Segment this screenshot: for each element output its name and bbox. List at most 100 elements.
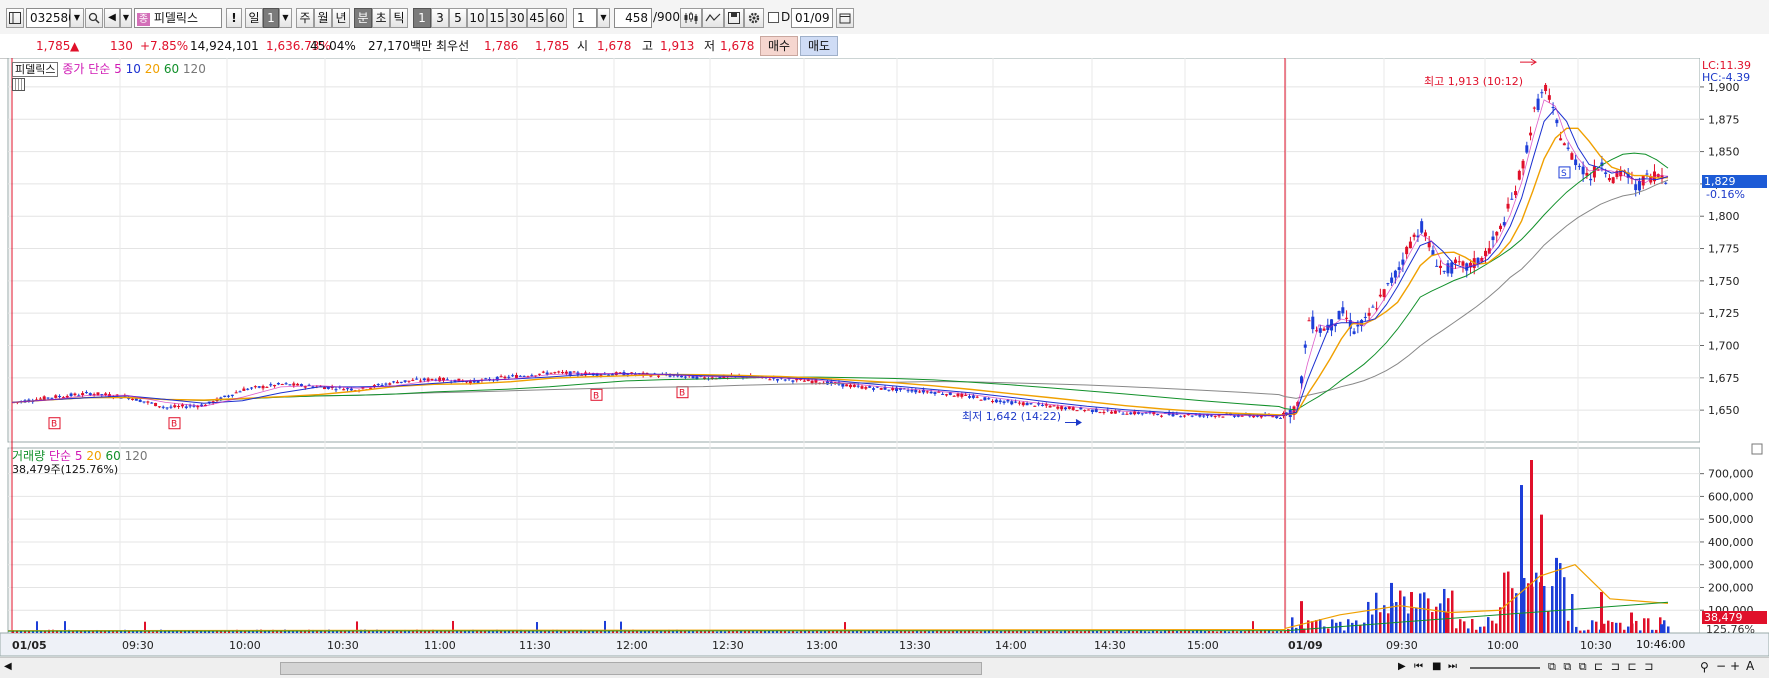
period-month-button[interactable]: 월 (314, 8, 332, 28)
candle-body (1337, 310, 1341, 320)
volume-bar (1060, 631, 1062, 633)
gear-icon[interactable] (744, 8, 764, 28)
search-icon[interactable] (85, 8, 103, 28)
candle-body (1461, 261, 1465, 266)
save-icon[interactable] (724, 8, 744, 28)
interval-input[interactable]: 1 (573, 8, 597, 28)
zoom-in-icon[interactable]: + (1730, 659, 1740, 673)
candle-body (856, 385, 860, 387)
interval-3-button[interactable]: 3 (431, 8, 449, 28)
scroll-right-icon[interactable]: ▶ (1398, 661, 1406, 672)
sell-button[interactable]: 매도 (800, 36, 838, 56)
volume-bar (1335, 622, 1338, 633)
candle-body (1559, 138, 1563, 141)
stock-name-field[interactable]: 종 피델릭스 (134, 8, 222, 28)
volume-spike-bar (1555, 557, 1558, 633)
interval-45-button[interactable]: 45 (527, 8, 547, 28)
interval-dropdown-icon[interactable]: ▼ (597, 8, 610, 28)
volume-bar (788, 631, 790, 633)
first-page-icon[interactable]: ⏮ (1414, 661, 1423, 672)
alert-button[interactable]: ! (226, 8, 242, 28)
chart-scrollbar[interactable]: ◀ ▶ ⏮ ■ ⏭ ⧉ ⧉ ⧉ ⊏ ⊐ ⊏ ⊐ ⚲ − + A (0, 657, 1769, 678)
candle-body (925, 391, 929, 393)
volume-bar (1343, 630, 1346, 633)
zoom-slider[interactable] (1470, 667, 1540, 669)
period-minute-button[interactable]: 분 (354, 8, 372, 28)
interval-60-button[interactable]: 60 (547, 8, 567, 28)
volume-panel-frame (7, 447, 1701, 634)
scroll-thumb[interactable] (280, 662, 982, 675)
speaker-dropdown-icon[interactable]: ▼ (120, 8, 132, 28)
candle-body (568, 371, 572, 376)
buy-button[interactable]: 매수 (760, 36, 798, 56)
speaker-icon[interactable]: ◀ (104, 8, 120, 28)
candle-body (841, 383, 845, 387)
candle-body (1341, 307, 1345, 314)
candle-body (1232, 415, 1236, 417)
volume-bar (644, 631, 646, 633)
text-size-icon[interactable]: A (1746, 659, 1754, 673)
candle-body (1279, 417, 1282, 419)
chart-settings-icon[interactable] (6, 8, 24, 28)
candle-body (138, 399, 142, 402)
volume-bar (1331, 619, 1334, 633)
calendar-icon[interactable] (836, 8, 854, 28)
candle-body (104, 393, 108, 396)
candle-body (564, 371, 568, 374)
zoom-out-icon[interactable]: − (1716, 659, 1726, 673)
candle-body (557, 371, 561, 373)
candle-body (407, 380, 411, 382)
volume-bar (1383, 605, 1386, 633)
layout-icons[interactable]: ⧉ ⧉ ⧉ ⊏ ⊐ ⊏ ⊐ (1548, 660, 1655, 674)
trendline-icon[interactable] (702, 8, 724, 28)
period-day-button[interactable]: 일 (245, 8, 263, 28)
grid-toggle-icon[interactable] (12, 78, 25, 91)
stop-icon[interactable]: ■ (1432, 661, 1441, 672)
candle-body (1562, 143, 1566, 146)
volume-bar (468, 631, 470, 633)
volume-bar (184, 631, 186, 633)
period-tick-button[interactable]: 틱 (390, 8, 408, 28)
x-tick-label: 01/09 (1288, 639, 1323, 652)
period-day-value[interactable]: 1 (263, 8, 279, 28)
candle-body (173, 405, 177, 408)
candle-body (1634, 184, 1638, 191)
interval-10-button[interactable]: 10 (467, 8, 487, 28)
period-week-button[interactable]: 주 (296, 8, 314, 28)
price-volume-chart[interactable]: B B B B S 1,650 1,675 1,700 1,725 1,750 1,775 1,80… (0, 58, 1769, 657)
period-dropdown-icon[interactable]: ▼ (279, 8, 292, 28)
interval-1-button[interactable]: 1 (413, 8, 431, 28)
volume-bar (908, 631, 910, 633)
chart-type-icon[interactable] (680, 8, 702, 28)
date-input[interactable]: 01/09 (791, 8, 833, 28)
last-page-icon[interactable]: ⏭ (1448, 661, 1457, 672)
candle-body (1540, 92, 1544, 94)
candle-body (941, 393, 945, 395)
candle-body (1641, 175, 1645, 186)
interval-5-button[interactable]: 5 (449, 8, 467, 28)
x-tick-label: 10:00 (229, 639, 261, 652)
candle-body (1547, 95, 1551, 100)
volume-bar (1459, 619, 1462, 633)
code-dropdown-icon[interactable]: ▼ (70, 8, 84, 28)
stock-code-input[interactable]: 032580 (26, 8, 76, 28)
candle-body (88, 393, 92, 396)
zoom-icon[interactable]: ⚲ (1700, 660, 1709, 674)
candle-body (234, 392, 238, 394)
scroll-left-icon[interactable]: ◀ (4, 661, 12, 672)
candle-body (146, 401, 150, 403)
period-year-button[interactable]: 년 (332, 8, 350, 28)
candle-body (380, 384, 384, 386)
interval-30-button[interactable]: 30 (507, 8, 527, 28)
volume-bar (1575, 626, 1578, 633)
candle-body (848, 384, 852, 388)
period-second-button[interactable]: 초 (372, 8, 390, 28)
candle-body (1025, 402, 1029, 406)
volume-bar (1319, 619, 1322, 633)
hc-label: HC:-4.39 (1702, 71, 1751, 84)
candle-body (1075, 410, 1079, 412)
interval-15-button[interactable]: 15 (487, 8, 507, 28)
count-input[interactable]: 458 (614, 8, 652, 28)
candle-body (545, 372, 549, 375)
date-checkbox[interactable] (768, 12, 779, 23)
